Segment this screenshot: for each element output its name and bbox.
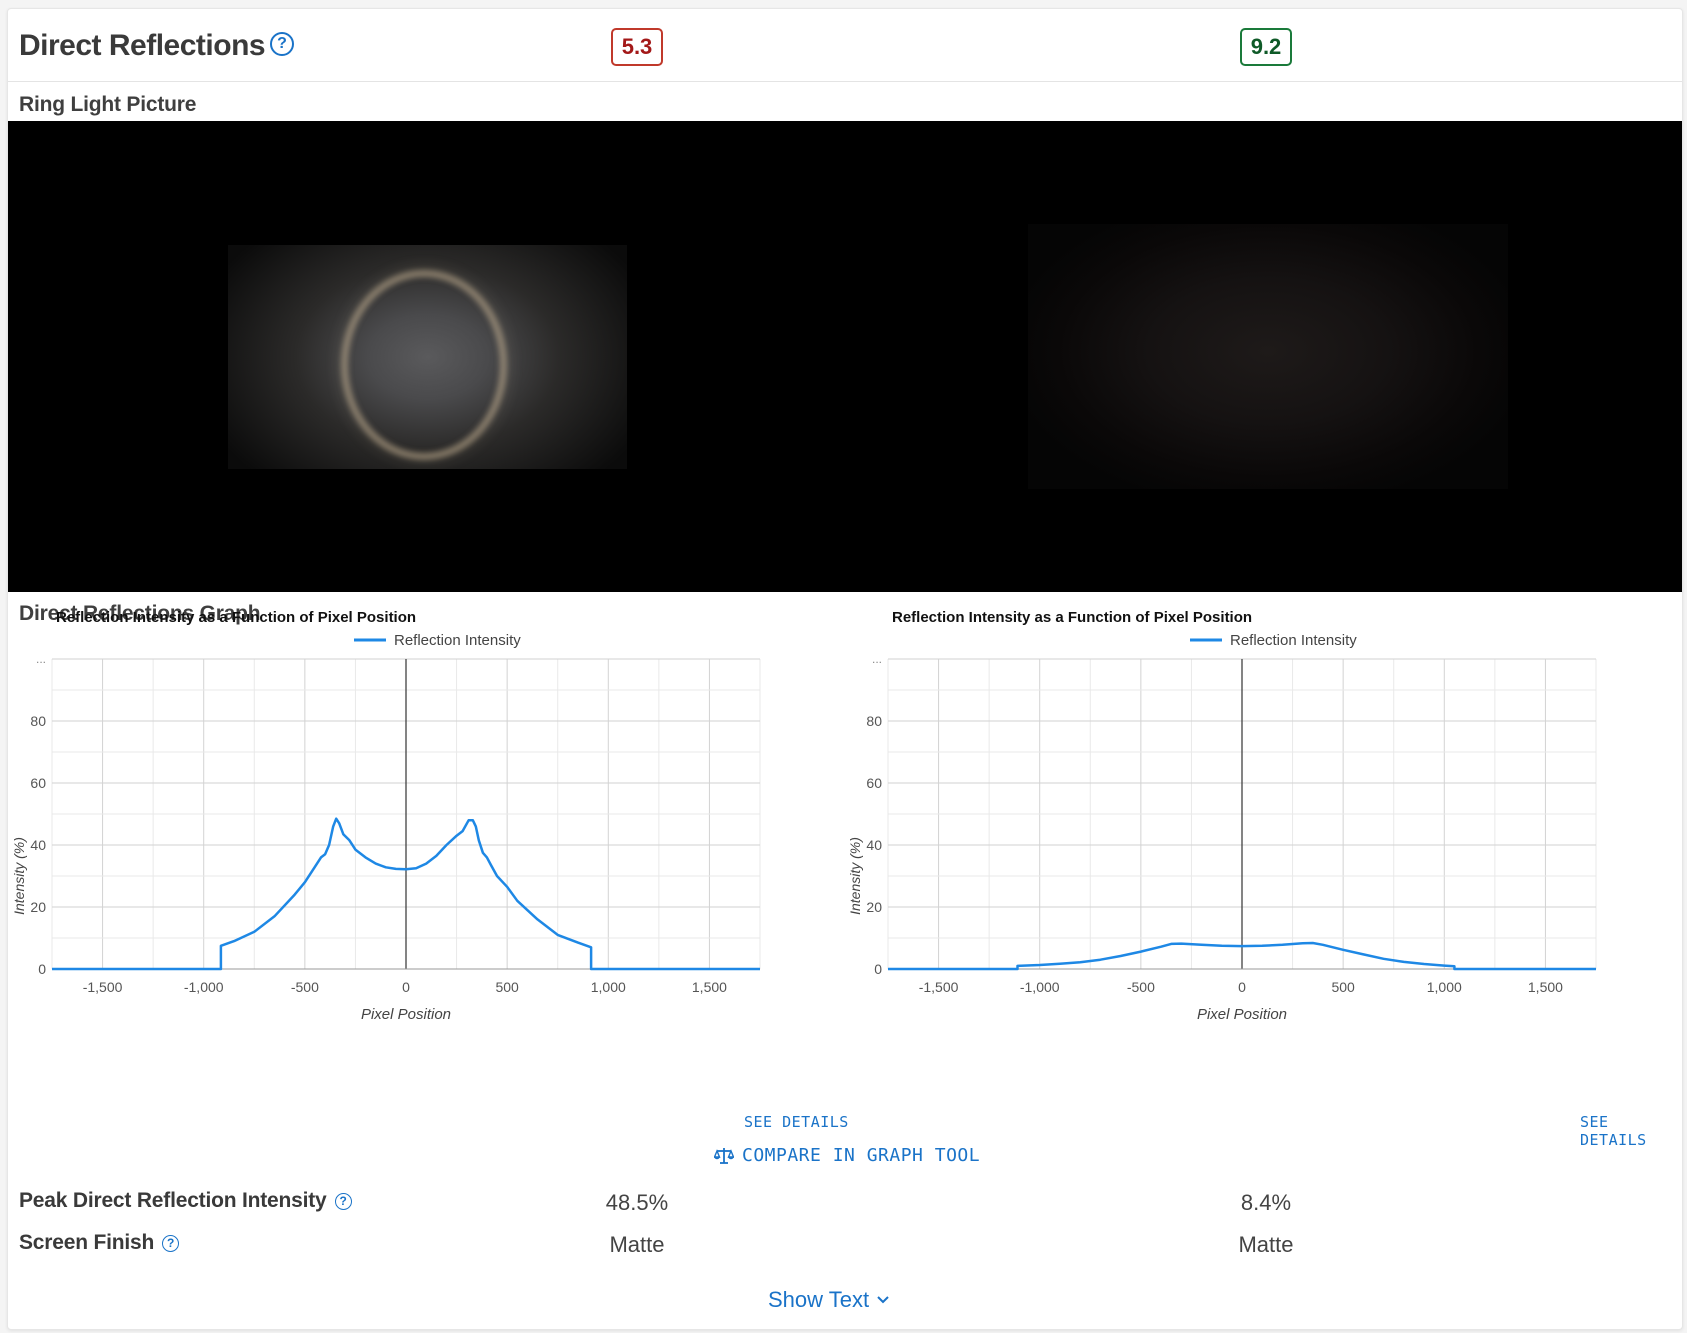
see-details-link-left[interactable]: SEE DETAILS [744,1113,849,1131]
y-top-label: ... [872,652,882,666]
legend-label: Reflection Intensity [394,632,521,649]
direct-reflections-card: Direct Reflections ? 5.3 9.2 Ring Light … [7,8,1683,1330]
show-text-toggle[interactable]: Show Text [768,1287,889,1313]
y-tick-label: 40 [30,837,46,853]
metric-value-finish-left: Matte [609,1232,665,1257]
compare-label: COMPARE IN GRAPH TOOL [742,1145,981,1166]
scale-icon [714,1147,734,1164]
metric-value-peak-right: 8.4% [1240,1190,1292,1215]
x-tick-label: -1,000 [184,979,224,995]
chart-legend: Reflection Intensity [1190,632,1357,649]
y-tick-label: 0 [38,961,46,977]
ring-light-photo-area [8,121,1682,592]
x-tick-label: -500 [291,979,319,995]
see-details-link-right[interactable]: SEE DETAILS [1580,1113,1682,1149]
chart-svg-right: -1,500 -1,000 -500 0 500 1,000 1,500 0 20 40 60 80.… [847,609,1597,1023]
x-tick-label: 1,000 [1427,979,1462,995]
chart-title: Reflection Intensity as a Function of Pi… [892,609,1252,626]
y-tick-label: 80 [866,713,882,729]
x-tick-label: 500 [1331,979,1355,995]
page-title: Direct Reflections [19,29,266,62]
y-tick-label: 40 [866,837,882,853]
chart-title: Reflection Intensity as a Function of Pi… [56,609,416,626]
x-tick-label: -500 [1127,979,1155,995]
x-tick-label: 1,500 [1528,979,1563,995]
y-tick-label: 60 [30,775,46,791]
metric-value-finish-right: Matte [1238,1232,1294,1257]
ring-reflection [341,270,507,460]
compare-in-graph-tool-link[interactable]: COMPARE IN GRAPH TOOL [714,1145,980,1166]
y-tick-label: 0 [874,961,882,977]
x-tick-label: 0 [402,979,410,995]
x-tick-label: 1,000 [591,979,626,995]
help-icon[interactable]: ? [334,1192,352,1210]
x-tick-label: 1,500 [692,979,727,995]
x-tick-label: 500 [495,979,519,995]
chart-svg-left: -1,500 -1,000 -500 0 500 1,000 1,500 0 20 40 60 80.… [11,609,761,1023]
y-tick-label: 20 [30,899,46,915]
metric-label-text: Screen Finish [19,1231,155,1254]
score-badge-left: 5.3 [611,28,663,66]
y-tick-label: 80 [30,713,46,729]
help-icon[interactable]: ? [162,1234,180,1252]
reflection-chart-left: -1,500 -1,000 -500 0 500 1,000 1,500 0 20 40 60 80.… [8,609,838,1107]
section-title-ring-light: Ring Light Picture [19,93,197,116]
x-tick-label: -1,500 [919,979,959,995]
ring-light-photo-left [228,245,627,469]
x-axis-label: Pixel Position [1197,1006,1287,1023]
x-axis-label: Pixel Position [361,1006,451,1023]
legend-label: Reflection Intensity [1230,632,1357,649]
chevron-down-icon [877,1296,889,1304]
y-top-label: ... [36,652,46,666]
help-icon[interactable]: ? [270,32,294,56]
y-axis-label: Intensity (%) [11,837,27,915]
show-text-label: Show Text [768,1287,870,1312]
y-tick-label: 20 [866,899,882,915]
score-badge-right: 9.2 [1240,28,1292,66]
y-tick-label: 60 [866,775,882,791]
metric-label-screen-finish: Screen Finish ? [19,1231,180,1255]
header-row: Direct Reflections ? 5.3 9.2 [8,9,1682,82]
reflection-chart-right: -1,500 -1,000 -500 0 500 1,000 1,500 0 20 40 60 80.… [844,609,1674,1107]
metric-label-text: Peak Direct Reflection Intensity [19,1189,327,1212]
metric-label-peak-intensity: Peak Direct Reflection Intensity ? [19,1189,352,1213]
x-tick-label: -1,000 [1020,979,1060,995]
x-tick-label: 0 [1238,979,1246,995]
y-axis-label: Intensity (%) [847,837,863,915]
ring-light-photo-right [1028,224,1508,489]
x-tick-label: -1,500 [83,979,123,995]
metric-value-peak-left: 48.5% [605,1190,669,1215]
chart-legend: Reflection Intensity [354,632,521,649]
